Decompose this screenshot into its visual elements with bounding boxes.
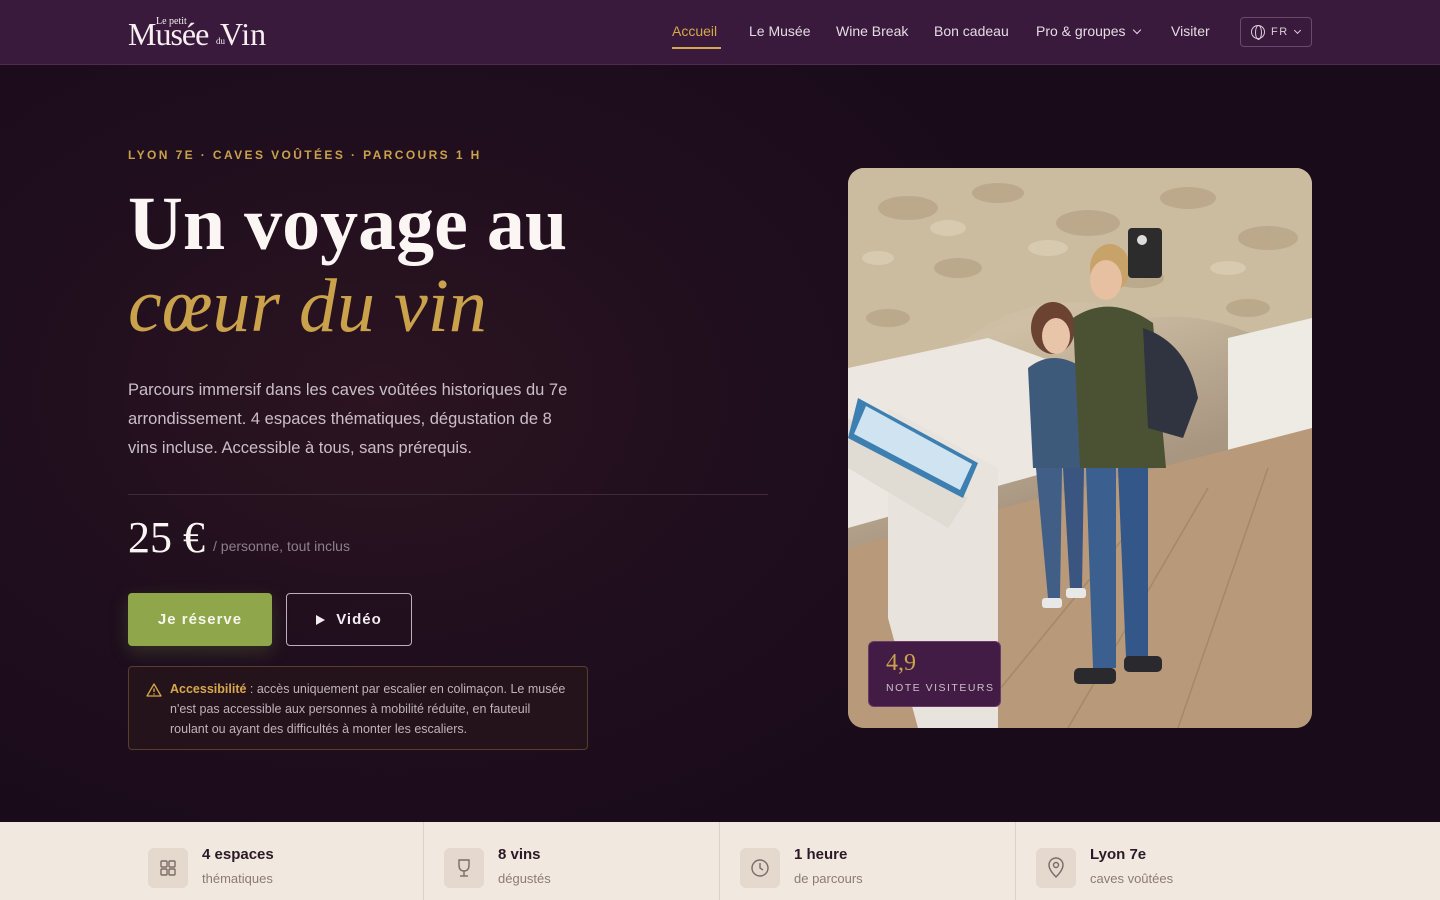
price-note: / personne, tout inclus	[213, 538, 350, 554]
video-button-label: Vidéo	[336, 611, 382, 628]
price: 25 €	[128, 513, 205, 562]
hero-divider	[128, 494, 768, 495]
accessibility-notice-text: Accessibilité : accès uniquement par esc…	[170, 679, 570, 739]
stat-location-label: caves voûtées	[1090, 871, 1174, 886]
active-nav-underline	[672, 47, 721, 49]
book-button[interactable]: Je réserve	[128, 593, 272, 646]
nav-item-visiter[interactable]: Visiter	[1171, 23, 1210, 39]
hero-title-line-2: cœur du vin	[128, 264, 487, 348]
hero-eyebrow: LYON 7E · CAVES VOÛTÉES · PARCOURS 1 H	[128, 148, 482, 162]
top-navigation-bar: Le petit Musée du Vin Accueil Le Musée W…	[0, 0, 1440, 65]
language-code: FR	[1271, 26, 1289, 38]
stat-wines-value: 8 vins	[498, 846, 541, 863]
clock-icon	[740, 848, 780, 888]
nav-item-accueil[interactable]: Accueil	[672, 23, 717, 39]
nav-item-pro-groupes-label: Pro & groupes	[1036, 23, 1126, 39]
accessibility-notice: Accessibilité : accès uniquement par esc…	[128, 666, 588, 750]
stat-spaces-value: 4 espaces	[202, 846, 274, 863]
stat-duration-label: de parcours	[794, 871, 863, 886]
chevron-down-icon	[1132, 25, 1141, 35]
stat-divider	[423, 822, 424, 900]
stat-divider	[1015, 822, 1016, 900]
stat-location-value: Lyon 7e	[1090, 846, 1147, 863]
warning-icon	[146, 683, 162, 697]
play-icon	[316, 614, 326, 625]
accessibility-label: Accessibilité	[170, 682, 247, 696]
grid-icon	[148, 848, 188, 888]
stat-duration-value: 1 heure	[794, 846, 848, 863]
language-selector[interactable]: FR	[1240, 17, 1312, 47]
stat-divider	[719, 822, 720, 900]
nav-item-wine-break[interactable]: Wine Break	[836, 23, 908, 39]
stat-spaces-label: thématiques	[202, 871, 273, 886]
rating-label: NOTE VISITEURS	[886, 682, 995, 694]
site-logo[interactable]: Le petit Musée du Vin	[128, 14, 268, 50]
nav-item-pro-groupes[interactable]: Pro & groupes	[1036, 23, 1141, 39]
globe-icon	[1251, 25, 1265, 40]
logo-main-text: Musée	[128, 16, 209, 52]
key-facts-bar: 4 espaces thématiques 8 vins dégustés 1 …	[0, 822, 1440, 900]
visitor-rating-badge: 4,9 NOTE VISITEURS	[868, 641, 1001, 707]
wine-glass-icon	[444, 848, 484, 888]
map-pin-icon	[1036, 848, 1076, 888]
video-button[interactable]: Vidéo	[286, 593, 412, 646]
rating-value: 4,9	[886, 650, 916, 676]
chevron-down-icon	[1293, 26, 1302, 35]
hero-description: Parcours immersif dans les caves voûtées…	[128, 381, 568, 457]
stat-wines-label: dégustés	[498, 871, 551, 886]
nav-item-le-musee[interactable]: Le Musée	[749, 23, 810, 39]
hero-title-line-1: Un voyage au	[128, 182, 568, 266]
nav-item-bon-cadeau[interactable]: Bon cadeau	[934, 23, 1009, 39]
logo-vin-text: Vin	[220, 16, 267, 52]
